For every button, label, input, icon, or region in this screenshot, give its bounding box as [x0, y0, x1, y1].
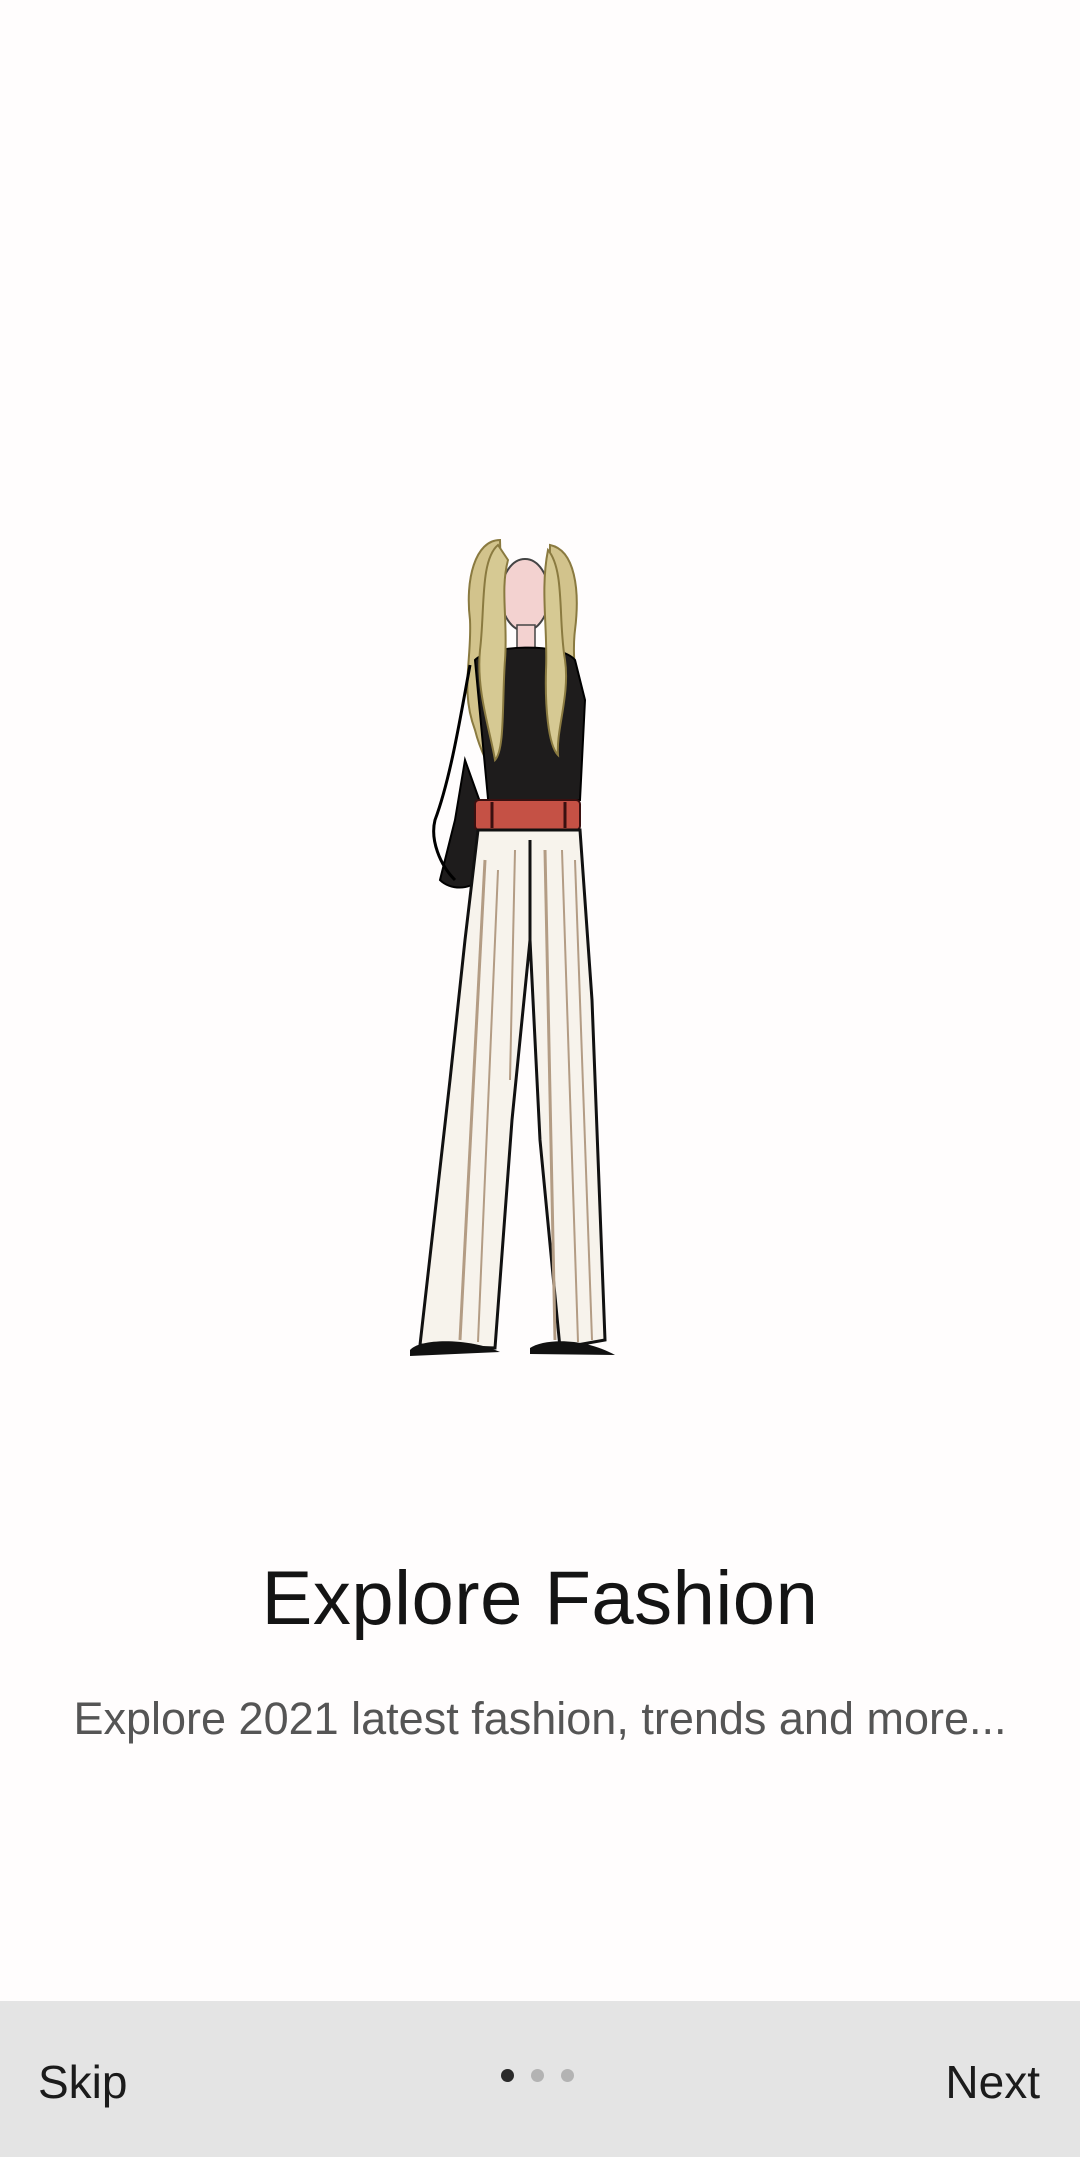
- onboarding-screen: Explore Fashion Explore 2021 latest fash…: [0, 0, 1080, 2157]
- onboarding-subtitle: Explore 2021 latest fashion, trends and …: [73, 1693, 1007, 1744]
- next-button[interactable]: Next: [945, 2055, 1040, 2109]
- page-indicator: [501, 2069, 574, 2082]
- page-indicator-dot[interactable]: [561, 2069, 574, 2082]
- page-indicator-dot[interactable]: [531, 2069, 544, 2082]
- onboarding-bottom-bar: Skip Next: [0, 2001, 1080, 2157]
- onboarding-title: Explore Fashion: [261, 1556, 819, 1641]
- page-indicator-dot-active[interactable]: [501, 2069, 514, 2082]
- skip-button[interactable]: Skip: [38, 2055, 127, 2109]
- fashion-woman-illustration: [410, 538, 615, 1356]
